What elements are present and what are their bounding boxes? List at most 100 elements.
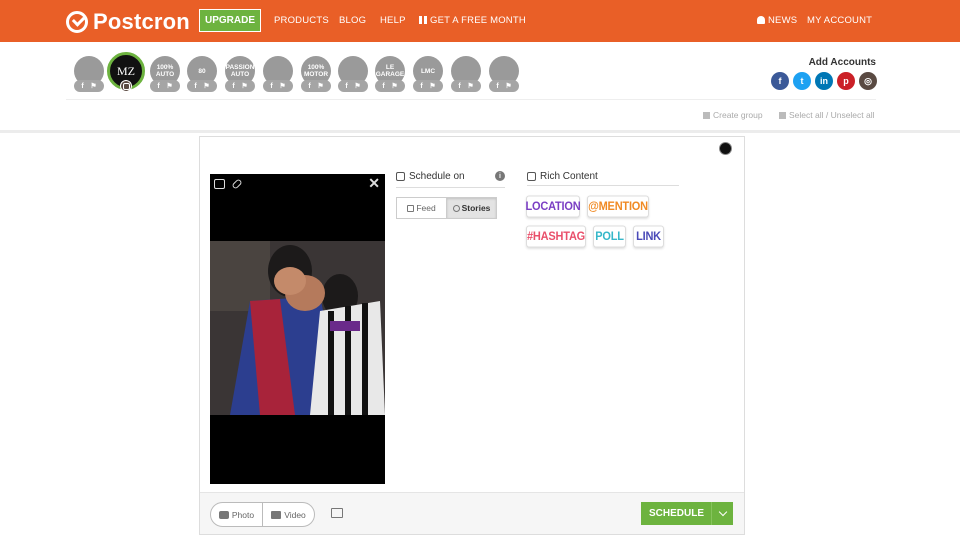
account-network-badge: f ⚑	[413, 80, 443, 92]
bell-icon	[757, 16, 765, 24]
page-flag-icon: ⚑	[467, 83, 474, 90]
schedule-button[interactable]: SCHEDULE	[641, 502, 733, 525]
poll-chip-label: POLL	[595, 230, 624, 243]
sticker-icon	[527, 172, 536, 181]
postcron-logo[interactable]: Postcron	[66, 9, 190, 35]
feed-option[interactable]: Feed	[397, 198, 446, 218]
facebook-icon: f	[308, 82, 311, 90]
camera-icon	[218, 510, 229, 519]
preview-tools	[214, 178, 243, 190]
photo-label: Photo	[231, 509, 255, 520]
nav-my-account[interactable]: MY ACCOUNT	[807, 15, 872, 26]
upgrade-button[interactable]: UPGRADE	[199, 9, 261, 32]
schedule-on-underline	[396, 187, 505, 188]
story-preview: ✕	[210, 174, 385, 484]
schedule-on-label: Schedule on	[409, 171, 465, 182]
stories-icon	[452, 204, 460, 212]
feed-label: Feed	[416, 203, 436, 213]
link-icon[interactable]	[231, 178, 243, 190]
instagram-icon	[120, 80, 132, 92]
hashtag-chip[interactable]: #HASHTAG	[526, 225, 586, 248]
photo-graphic	[210, 241, 385, 415]
page-flag-icon: ⚑	[279, 83, 286, 90]
page-flag-icon: ⚑	[505, 83, 512, 90]
nav-free-month[interactable]: GET A FREE MONTH	[419, 15, 526, 26]
schedule-on-heading: Schedule on	[396, 171, 465, 182]
postcron-check-icon	[66, 11, 88, 33]
account-network-badge: f ⚑	[489, 80, 519, 92]
info-icon[interactable]: i	[495, 171, 505, 181]
account-network-badge: f ⚑	[150, 80, 180, 92]
facebook-icon: f	[382, 82, 385, 90]
page-flag-icon: ⚑	[391, 83, 398, 90]
account-network-badge: f ⚑	[338, 80, 368, 92]
nav-news[interactable]: NEWS	[757, 15, 797, 26]
account-network-badge: f ⚑	[187, 80, 217, 92]
add-accounts-label: Add Accounts	[808, 57, 876, 68]
page-flag-icon: ⚑	[241, 83, 248, 90]
account-network-badge: f ⚑	[375, 80, 405, 92]
twitter-icon[interactable]: t	[793, 72, 811, 90]
select-all-label: Select all / Unselect all	[789, 110, 875, 120]
gift-icon	[419, 16, 427, 24]
mention-chip-label: @MENTION	[588, 200, 648, 213]
video-icon	[271, 510, 282, 519]
close-icon[interactable]: ✕	[368, 175, 380, 192]
nav-help[interactable]: HELP	[380, 15, 406, 26]
pinterest-icon[interactable]: p	[837, 72, 855, 90]
page-flag-icon: ⚑	[166, 83, 173, 90]
facebook-icon: f	[157, 82, 160, 90]
instagram-icon[interactable]: ◎	[859, 72, 877, 90]
nav-blog[interactable]: BLOG	[339, 15, 366, 26]
page-divider	[0, 130, 960, 133]
location-chip-label: LOCATION	[525, 200, 581, 213]
add-video-button[interactable]: Video	[262, 503, 314, 526]
page-flag-icon: ⚑	[317, 83, 324, 90]
account-network-badge: f ⚑	[74, 80, 104, 92]
facebook-icon: f	[345, 82, 348, 90]
page-flag-icon: ⚑	[203, 83, 210, 90]
accounts-bar: f ⚑ MZ 100% AUTO f ⚑ 80 f ⚑ PASSION AUTO f ⚑ f ⚑ 100% …	[66, 50, 877, 100]
add-photo-button[interactable]: Photo	[211, 503, 262, 526]
facebook-icon: f	[458, 82, 461, 90]
facebook-icon[interactable]: f	[771, 72, 789, 90]
gallery-icon[interactable]	[331, 508, 343, 518]
post-composer: ✕ Schedule on i Feed Stories Rich Conten…	[199, 136, 745, 535]
poll-chip[interactable]: POLL	[593, 225, 626, 248]
facebook-icon: f	[194, 82, 197, 90]
sticker-icon[interactable]	[214, 179, 225, 189]
composer-footer: Photo Video SCHEDULE	[200, 492, 744, 534]
facebook-icon: f	[496, 82, 499, 90]
video-label: Video	[284, 509, 306, 520]
account-network-badge: f ⚑	[301, 80, 331, 92]
logo-text: Postcron	[93, 9, 190, 34]
accounts-divider	[66, 99, 876, 100]
nav-products[interactable]: PRODUCTS	[274, 15, 329, 26]
schedule-dropdown-caret[interactable]	[711, 502, 733, 525]
page-flag-icon: ⚑	[90, 83, 97, 90]
feed-icon	[407, 204, 415, 212]
post-type-toggle: Feed Stories	[396, 197, 497, 219]
link-chip[interactable]: LINK	[633, 225, 664, 248]
account-network-badge: f ⚑	[263, 80, 293, 92]
facebook-icon: f	[270, 82, 273, 90]
top-navigation-bar: Postcron UPGRADE PRODUCTS BLOG HELP GET …	[0, 0, 960, 42]
mention-chip[interactable]: @MENTION	[587, 195, 649, 218]
linkedin-icon[interactable]: in	[815, 72, 833, 90]
account-network-badge: f ⚑	[451, 80, 481, 92]
link-chip-label: LINK	[636, 230, 661, 243]
story-photo	[210, 241, 385, 415]
facebook-icon: f	[232, 82, 235, 90]
rich-content-heading: Rich Content	[527, 171, 598, 182]
group-icon	[703, 112, 710, 119]
stories-option[interactable]: Stories	[446, 198, 496, 218]
create-group-link[interactable]: Create group	[703, 110, 763, 120]
facebook-icon: f	[81, 82, 84, 90]
location-chip[interactable]: LOCATION	[525, 195, 581, 218]
free-month-label: GET A FREE MONTH	[430, 15, 526, 26]
hashtag-chip-label: #HASHTAG	[526, 230, 586, 243]
grid-icon	[779, 112, 786, 119]
facebook-icon: f	[420, 82, 423, 90]
select-all-link[interactable]: Select all / Unselect all	[779, 110, 875, 120]
selected-account-mini-avatar	[719, 142, 732, 155]
